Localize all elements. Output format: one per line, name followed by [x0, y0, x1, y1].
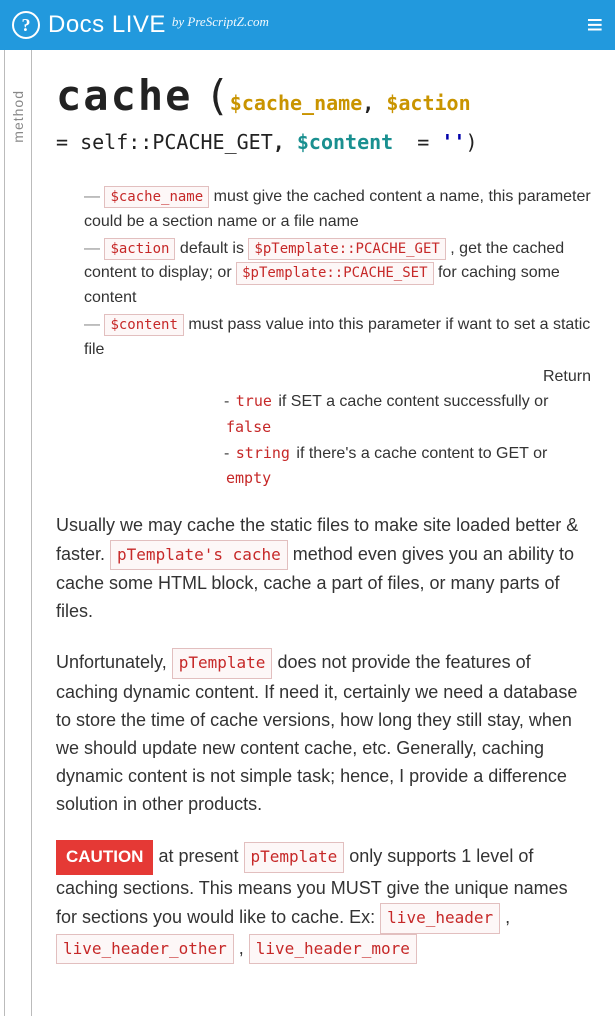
function-name: cache: [56, 71, 192, 120]
comma: ,: [273, 130, 285, 154]
app-header: ? Docs LIVE by PreScriptZ.com ≡: [0, 0, 615, 50]
return-item: true if SET a cache content successfully…: [224, 389, 591, 440]
doc-content: cache ($cache_name, $action = self::PCAC…: [31, 50, 615, 1016]
param-row: $action default is $pTemplate::PCACHE_GE…: [84, 237, 591, 311]
inline-code: live_header: [380, 903, 500, 934]
help-icon[interactable]: ?: [12, 11, 40, 39]
type-label: method: [10, 90, 26, 143]
return-label: Return: [84, 365, 591, 390]
parameter-list: $cache_name must give the cached content…: [84, 185, 591, 492]
inline-code: live_header_more: [249, 934, 417, 965]
param-row: $content must pass value into this param…: [84, 313, 591, 363]
return-true: true: [234, 392, 274, 410]
param-code: $cache_name: [104, 186, 209, 208]
open-paren: (: [204, 71, 229, 120]
page-body: method cache ($cache_name, $action = sel…: [4, 50, 615, 1016]
text: Unfortunately,: [56, 652, 172, 672]
description-para-1: Usually we may cache the static files to…: [56, 512, 591, 626]
param-code: $action: [104, 238, 175, 260]
inline-code: pTemplate: [172, 648, 273, 679]
return-text: if there's a cache content to GET or: [292, 445, 547, 462]
text: does not provide the features of caching…: [56, 652, 577, 813]
caution-badge: CAUTION: [56, 840, 153, 874]
return-item: string if there's a cache content to GET…: [224, 441, 591, 492]
brand-byline: by PreScriptZ.com: [172, 14, 269, 30]
close-paren: ): [465, 130, 477, 154]
arg-content: $content: [297, 130, 393, 154]
return-empty: empty: [224, 469, 273, 487]
caution-para: CAUTION at present pTemplate only suppor…: [56, 840, 591, 964]
menu-icon[interactable]: ≡: [587, 11, 603, 39]
param-code: $content: [104, 314, 183, 336]
return-list: true if SET a cache content successfully…: [84, 389, 591, 491]
const-pcache-get: PCACHE_GET: [152, 130, 272, 154]
return-string: string: [234, 444, 292, 462]
inline-code: pTemplate: [244, 842, 345, 873]
return-false: false: [224, 418, 273, 436]
self-keyword: self::: [80, 130, 152, 154]
text: ,: [234, 938, 249, 958]
return-text: if SET a cache content successfully or: [274, 393, 549, 410]
inline-code: live_header_other: [56, 934, 234, 965]
function-signature: cache ($cache_name, $action = self::PCAC…: [56, 64, 591, 157]
arg-action: $action: [386, 91, 470, 115]
param-code: $pTemplate::PCACHE_SET: [236, 262, 433, 284]
inline-code: pTemplate's cache: [110, 540, 288, 571]
equals: =: [56, 130, 68, 154]
equals: =: [417, 130, 429, 154]
param-row: $cache_name must give the cached content…: [84, 185, 591, 235]
comma: ,: [362, 91, 374, 115]
side-gutter: method: [5, 50, 31, 1016]
arg-cache-name: $cache_name: [230, 91, 362, 115]
text: ,: [500, 907, 510, 927]
brand-title: Docs LIVE: [48, 11, 166, 39]
param-desc: default is: [175, 240, 248, 257]
string-literal: '': [441, 130, 465, 154]
text: at present: [153, 846, 243, 866]
description-para-2: Unfortunately, pTemplate does not provid…: [56, 648, 591, 818]
param-code: $pTemplate::PCACHE_GET: [248, 238, 445, 260]
